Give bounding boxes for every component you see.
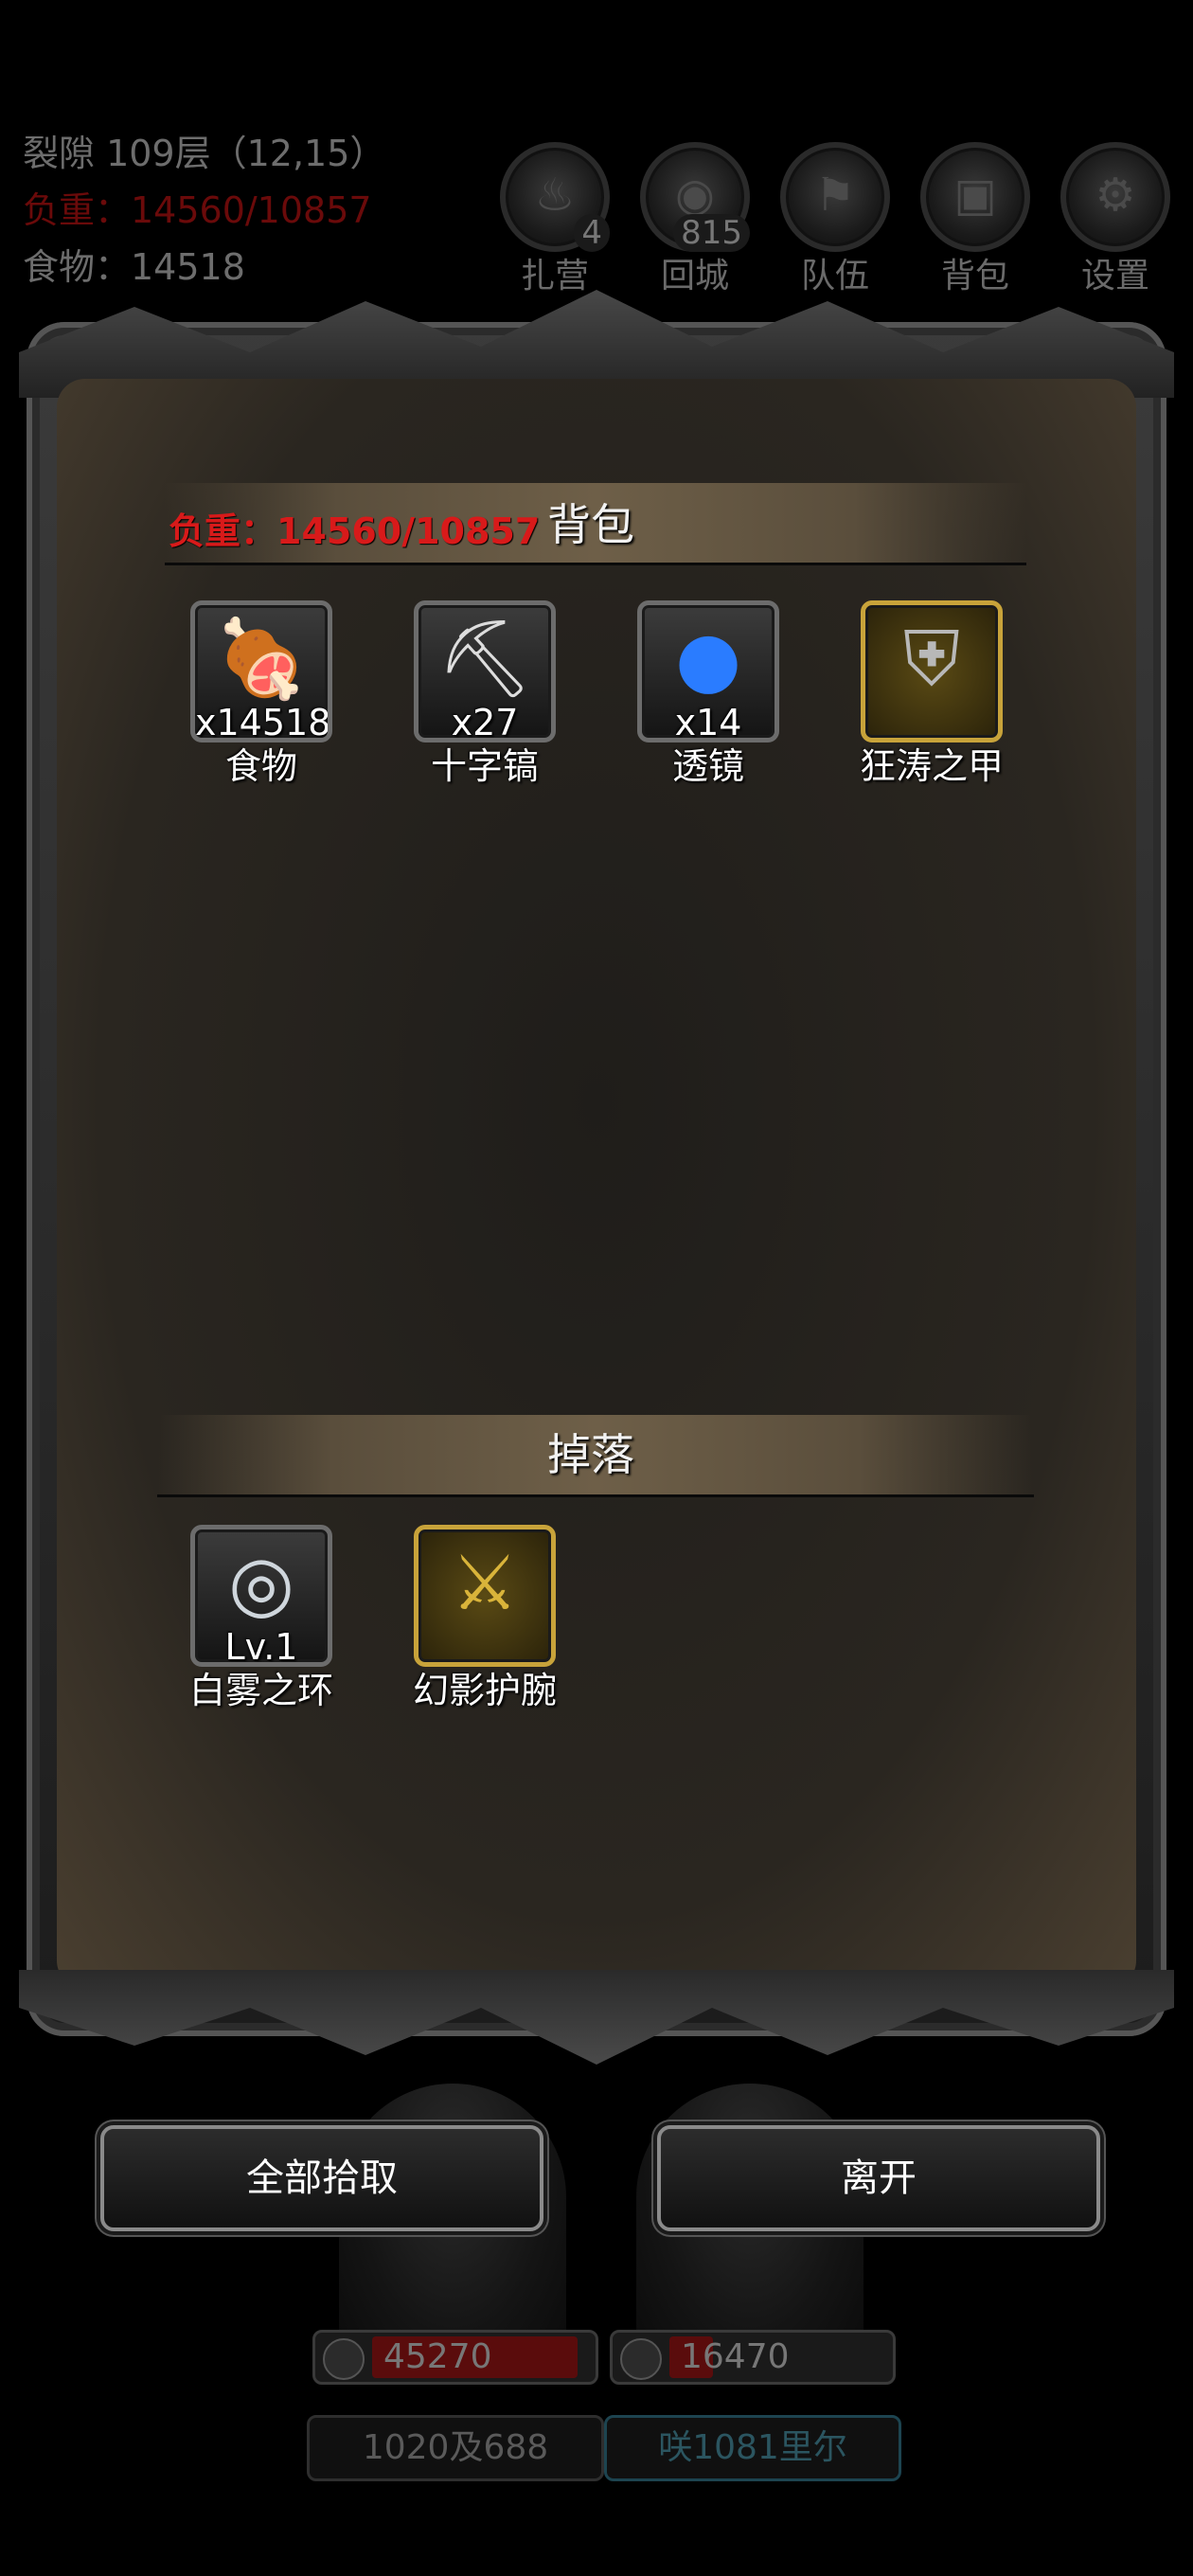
return-town-badge: 815 <box>673 214 750 252</box>
backpack-label: 背包 <box>940 257 1009 295</box>
item-name: 白雾之环 <box>188 1670 333 1711</box>
load-text: 负重：14560/10857 <box>23 189 372 231</box>
meat-icon: 🍖 <box>214 615 309 703</box>
inventory-item-food[interactable]: 🍖 x14518 食物 <box>167 600 356 789</box>
drops-title: 掉落 <box>547 1429 634 1480</box>
ring-icon: ◎ <box>228 1539 294 1627</box>
item-name: 十字镐 <box>430 745 539 787</box>
food-text: 食物：14518 <box>23 246 245 288</box>
location-text: 裂隙 109层（12,15） <box>23 133 386 174</box>
item-name: 狂涛之甲 <box>859 745 1004 787</box>
drop-item-bracer[interactable]: ⚔ 幻影护腕 <box>390 1525 579 1713</box>
hero-name: 咲1081里尔 <box>604 2415 901 2481</box>
hp-value: 45270 <box>383 2337 492 2376</box>
settings-button[interactable]: ⚙ 设置 <box>1059 142 1172 297</box>
frame-ornament-bottom <box>19 1970 1174 2065</box>
inventory-item-lens[interactable]: ● x14 透镜 <box>614 600 803 789</box>
item-qty: x14 <box>674 702 742 742</box>
lens-orb-icon: ● <box>675 615 741 703</box>
item-qty: x27 <box>451 702 519 742</box>
camp-label: 扎营 <box>520 257 589 295</box>
item-name: 幻影护腕 <box>412 1670 557 1711</box>
item-name: 食物 <box>224 745 297 787</box>
status-hud: 裂隙 109层（12,15） 负重：14560/10857 食物：14518 <box>23 125 385 295</box>
camp-button[interactable]: ♨ 4 扎营 <box>498 142 612 297</box>
item-level: Lv.1 <box>224 1626 298 1667</box>
hp-value: 16470 <box>681 2337 790 2376</box>
return-town-button[interactable]: ◉ 815 回城 <box>638 142 752 297</box>
team-label: 队伍 <box>800 257 869 295</box>
inventory-load: 负重：14560/10857 <box>169 510 541 552</box>
chest-icon: ▣ <box>953 169 997 222</box>
armor-icon: ⛨ <box>903 615 960 703</box>
team-button[interactable]: ⚑ 队伍 <box>778 142 892 297</box>
inventory-title: 背包 <box>547 499 634 550</box>
settings-label: 设置 <box>1080 257 1149 295</box>
drop-item-ring[interactable]: ◎ Lv.1 白雾之环 <box>167 1525 356 1713</box>
item-qty: x14518 <box>195 702 331 742</box>
return-town-label: 回城 <box>660 257 729 295</box>
hp-bar: 45270 <box>312 2330 598 2385</box>
inventory-item-pickaxe[interactable]: ⛏ x27 十字镐 <box>390 600 579 789</box>
backpack-button[interactable]: ▣ 背包 <box>918 142 1032 297</box>
pickaxe-icon: ⛏ <box>436 615 533 703</box>
leave-button[interactable]: 离开 <box>657 2125 1100 2231</box>
bracer-icon: ⚔ <box>451 1539 519 1627</box>
hp-bar: 16470 <box>610 2330 896 2385</box>
pick-all-button[interactable]: 全部拾取 <box>100 2125 543 2231</box>
hp-icon <box>323 2338 365 2380</box>
team-icon: ⚑ <box>814 169 856 222</box>
item-name: 透镜 <box>671 745 744 787</box>
inventory-item-armor[interactable]: ⛨ 狂涛之甲 <box>837 600 1026 789</box>
hero-name: 1020及688 <box>307 2415 604 2481</box>
camp-badge: 4 <box>574 214 610 252</box>
hp-icon <box>620 2338 662 2380</box>
gear-icon: ⚙ <box>1095 169 1136 222</box>
